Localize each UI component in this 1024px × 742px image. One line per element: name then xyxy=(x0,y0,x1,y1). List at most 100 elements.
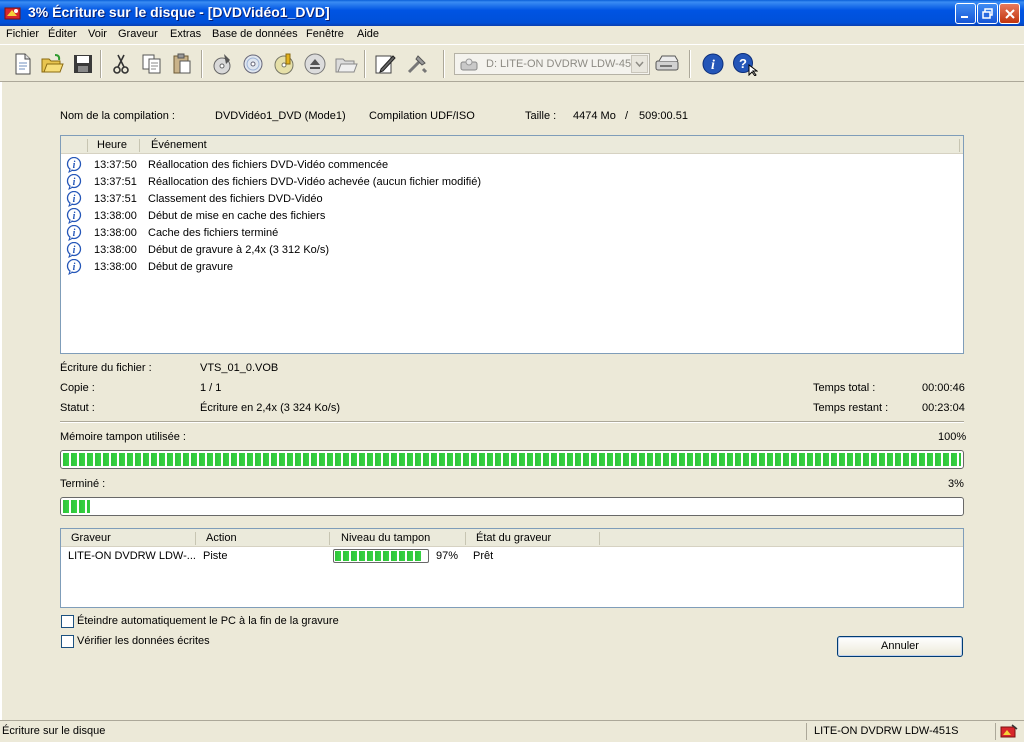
state-label: Statut : xyxy=(60,402,95,414)
column-etat-du-graveur[interactable]: État du graveur xyxy=(476,532,551,544)
disc-info-icon[interactable] xyxy=(271,51,297,77)
toolbar-separator xyxy=(689,50,691,78)
chevron-down-icon[interactable] xyxy=(631,55,648,73)
event-message: Début de mise en cache des fichiers xyxy=(148,210,326,222)
svg-text:i: i xyxy=(711,58,715,73)
cut-icon[interactable] xyxy=(108,51,134,77)
burn-icon[interactable] xyxy=(209,51,235,77)
completed-value: 3% xyxy=(948,478,964,490)
drive-icon xyxy=(460,58,478,75)
remaining-time-label: Temps restant : xyxy=(813,402,889,414)
writing-file-label: Écriture du fichier : xyxy=(60,362,152,374)
state-value: Écriture en 2,4x (3 324 Ko/s) xyxy=(200,402,341,414)
status-bar: Écriture sur le disque LITE-ON DVDRW LDW… xyxy=(0,720,1024,742)
shutdown-checkbox[interactable] xyxy=(61,615,74,628)
drive-action-icon[interactable] xyxy=(653,51,679,77)
event-row[interactable]: i 13:38:00 Début de mise en cache des fich… xyxy=(61,207,963,225)
copy-icon[interactable] xyxy=(139,51,165,77)
event-row[interactable]: i 13:38:00 Cache des fichiers terminé xyxy=(61,224,963,242)
cancel-button[interactable]: Annuler xyxy=(837,636,963,657)
menu-voir[interactable]: Voir xyxy=(88,28,107,40)
event-row[interactable]: i 13:37:50 Réallocation des fichiers DVD-V… xyxy=(61,156,963,174)
verify-label[interactable]: Vérifier les données écrites xyxy=(77,635,210,647)
menu-editer[interactable]: Éditer xyxy=(48,28,77,40)
save-icon[interactable] xyxy=(70,51,96,77)
drive-select[interactable]: D: LITE-ON DVDRW LDW-451S xyxy=(454,53,650,75)
paste-icon[interactable] xyxy=(169,51,195,77)
help-icon[interactable]: ? xyxy=(731,51,758,77)
shutdown-label[interactable]: Éteindre automatiquement le PC à la fin … xyxy=(77,615,339,627)
size-label: Taille : xyxy=(525,110,557,122)
recorder-buffer-value: 97% xyxy=(436,550,459,562)
event-time: 13:38:00 xyxy=(94,227,137,239)
column-evenement[interactable]: Événement xyxy=(151,139,207,151)
toolbar: D: LITE-ON DVDRW LDW-451S i ? xyxy=(0,44,1024,82)
remaining-time-value: 00:23:04 xyxy=(922,402,965,414)
column-action[interactable]: Action xyxy=(206,532,237,544)
toolbar-separator xyxy=(364,50,366,78)
open-icon[interactable] xyxy=(39,51,65,77)
drive-select-value: D: LITE-ON DVDRW LDW-451S xyxy=(486,58,632,70)
info-icon[interactable]: i xyxy=(700,51,726,77)
disc-icon[interactable] xyxy=(240,51,266,77)
toolbar-separator xyxy=(100,50,102,78)
event-log-header: Heure Événement xyxy=(61,136,963,154)
menu-aide[interactable]: Aide xyxy=(357,28,379,40)
svg-text:i: i xyxy=(73,194,76,205)
event-message: Réallocation des fichiers DVD-Vidéo ache… xyxy=(148,176,482,188)
menu-extras[interactable]: Extras xyxy=(170,28,201,40)
info-icon: i xyxy=(66,258,83,278)
size-value: 4474 Mo xyxy=(573,110,616,122)
recorder-buffer-fill xyxy=(335,551,422,561)
recorder-row[interactable]: LITE-ON DVDRW LDW-... Piste 97% Prêt xyxy=(61,549,963,566)
tools-icon[interactable] xyxy=(404,51,430,77)
copy-label: Copie : xyxy=(60,382,95,394)
column-divider xyxy=(959,139,960,152)
column-niveau-du-tampon[interactable]: Niveau du tampon xyxy=(341,532,430,544)
event-row[interactable]: i 13:38:00 Début de gravure à 2,4x (3 312 … xyxy=(61,241,963,259)
column-graveur[interactable]: Graveur xyxy=(71,532,111,544)
event-row[interactable]: i 13:37:51 Classement des fichiers DVD-Vid… xyxy=(61,190,963,208)
copy-value: 1 / 1 xyxy=(200,382,222,394)
svg-text:i: i xyxy=(73,245,76,256)
svg-text:i: i xyxy=(73,228,76,239)
column-divider xyxy=(599,532,600,545)
eject-icon[interactable] xyxy=(302,51,328,77)
recorder-name: LITE-ON DVDRW LDW-... xyxy=(68,550,196,562)
writing-file-value: VTS_01_0.VOB xyxy=(200,362,279,374)
buffer-progress-bar xyxy=(60,450,964,469)
status-tray-icon xyxy=(1000,724,1018,742)
buffer-progress-fill xyxy=(63,453,961,466)
size-time: 509:00.51 xyxy=(639,110,688,122)
menu-fichier[interactable]: Fichier xyxy=(6,28,39,40)
folder-icon[interactable] xyxy=(333,51,359,77)
menu-fenetre[interactable]: Fenêtre xyxy=(306,28,344,40)
menu-graveur[interactable]: Graveur xyxy=(118,28,158,40)
column-heure[interactable]: Heure xyxy=(97,139,127,151)
event-message: Réallocation des fichiers DVD-Vidéo comm… xyxy=(148,159,389,171)
event-time: 13:37:50 xyxy=(94,159,137,171)
event-log-list[interactable]: Heure Événement i 13:37:50 Réallocation de… xyxy=(60,135,964,354)
minimize-button[interactable] xyxy=(955,3,976,24)
menu-bar: Fichier Éditer Voir Graveur Extras Base … xyxy=(0,26,1024,44)
completed-progress-fill xyxy=(63,500,90,513)
close-button[interactable] xyxy=(999,3,1020,24)
compilation-type: Compilation UDF/ISO xyxy=(369,110,475,122)
column-divider xyxy=(87,139,88,152)
verify-checkbox[interactable] xyxy=(61,635,74,648)
edit-icon[interactable] xyxy=(372,51,398,77)
buffer-value: 100% xyxy=(938,431,967,443)
event-row[interactable]: i 13:38:00 Début de gravure xyxy=(61,258,963,278)
recorder-list-header: Graveur Action Niveau du tampon État du … xyxy=(61,529,963,547)
recorder-list[interactable]: Graveur Action Niveau du tampon État du … xyxy=(60,528,964,608)
event-row[interactable]: i 13:37:51 Réallocation des fichiers DVD-V… xyxy=(61,173,963,191)
menu-base-de-donnees[interactable]: Base de données xyxy=(212,28,298,40)
title-bar[interactable]: 3% Écriture sur le disque - [DVDVidéo1_D… xyxy=(0,0,1024,26)
statusbar-divider xyxy=(995,723,996,740)
restore-button[interactable] xyxy=(977,3,998,24)
statusbar-right: LITE-ON DVDRW LDW-451S xyxy=(814,725,959,737)
nero-app-icon[interactable] xyxy=(4,5,21,21)
event-message: Début de gravure à 2,4x (3 312 Ko/s) xyxy=(148,244,329,256)
new-icon[interactable] xyxy=(10,51,36,77)
svg-text:i: i xyxy=(73,160,76,171)
